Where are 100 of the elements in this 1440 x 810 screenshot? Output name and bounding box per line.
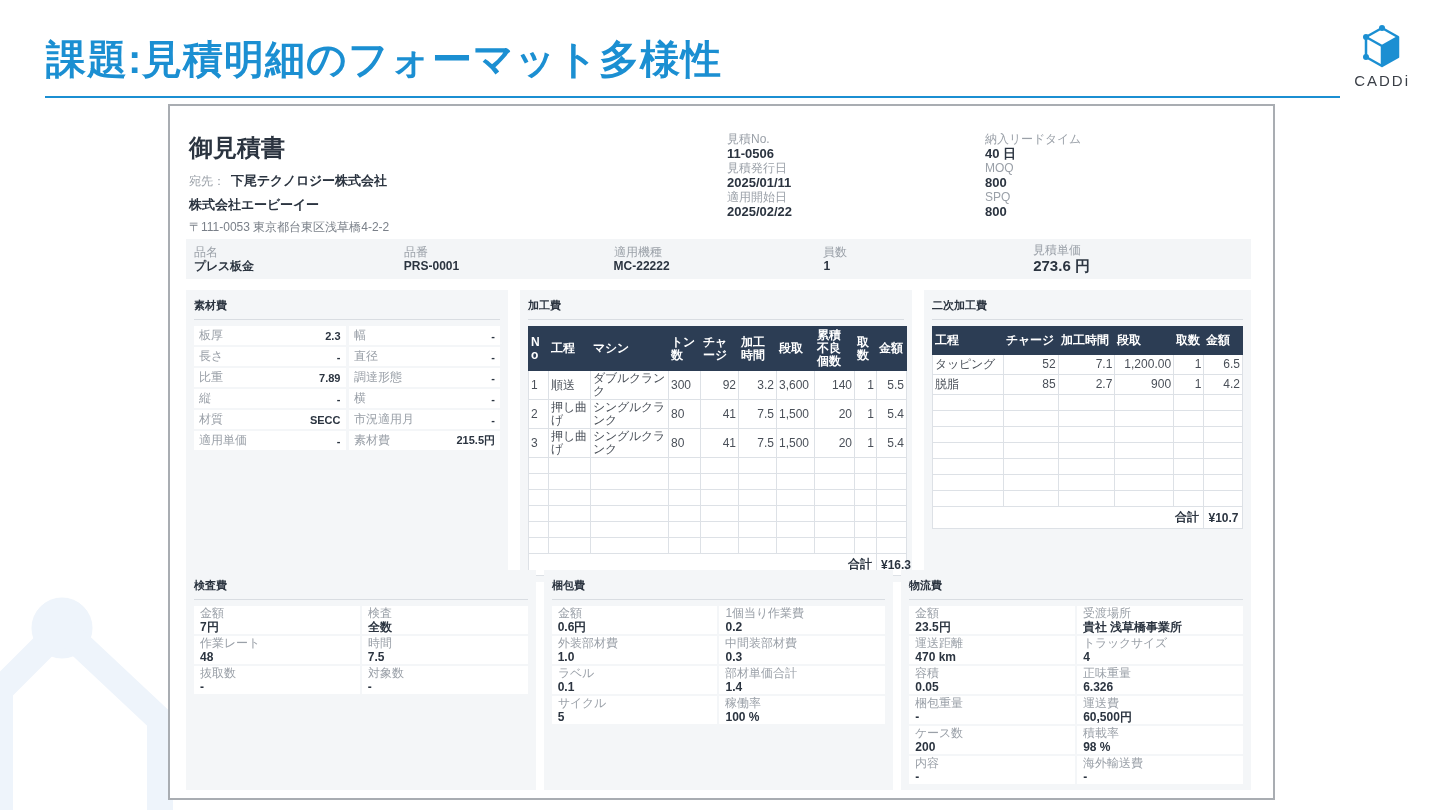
table-cell: 41 (700, 399, 739, 429)
field-value: 2025/02/22 (727, 204, 794, 219)
field-value: 100 % (725, 709, 761, 724)
table-cell: タッピング (932, 354, 1004, 375)
column-header: 工程 (932, 326, 1004, 355)
field-label: 適用開始日 (727, 190, 788, 204)
field-label: 対象数 (367, 666, 405, 680)
field-label: 稼働率 (725, 696, 763, 710)
field-value: 7.5 (367, 649, 386, 664)
field-value: - (336, 392, 341, 405)
field-label: 見積No. (727, 132, 771, 146)
field-label: 梱包重量 (915, 696, 965, 710)
field-value: 98 % (1083, 739, 1112, 754)
field-value: 7円 (200, 619, 220, 634)
field-value: - (491, 413, 495, 426)
field-label: 品番 (403, 244, 429, 259)
field-value: 0.3 (725, 649, 744, 664)
column-header: No (528, 326, 549, 371)
field-value: 1 (823, 258, 832, 274)
field-label: 運送距離 (915, 636, 965, 650)
field-label: 金額 (557, 606, 583, 620)
table-cell: ダブルクランク (590, 370, 669, 400)
field-value: 23.5円 (915, 619, 952, 634)
field-label: 抜取数 (200, 666, 237, 680)
table-cell: 4.2 (1203, 374, 1243, 395)
table-cell: 順送 (548, 370, 591, 400)
field-label: 運送費 (1083, 696, 1121, 710)
field-label: 材質 (199, 411, 223, 428)
panel-title: 物流費 (909, 578, 1243, 600)
table-cell: 1 (854, 399, 877, 429)
field-label: 直径 (353, 348, 378, 365)
column-header: マシン (590, 326, 669, 371)
field-label: 部材単価合計 (725, 666, 799, 680)
field-value: 0.1 (557, 679, 576, 694)
field-value: 200 (915, 739, 937, 754)
table-cell: 85 (1003, 374, 1059, 395)
total-value: ¥16.3 (881, 557, 912, 572)
panel-title: 梱包費 (551, 578, 886, 600)
field-label: 市況適用月 (353, 411, 414, 428)
table-cell: 92 (700, 370, 739, 400)
field-value: 0.2 (725, 619, 744, 634)
table-cell: 41 (700, 428, 739, 458)
table-cell: シングルクランク (590, 399, 669, 429)
field-value: - (491, 392, 495, 405)
field-label: 1個当り作業費 (725, 606, 806, 620)
table-cell: 7.5 (738, 399, 777, 429)
table-cell: 3.2 (738, 370, 777, 400)
field-label: ケース数 (915, 726, 965, 740)
table-cell: シングルクランク (590, 428, 669, 458)
field-value: 0.05 (915, 679, 940, 694)
panel-title: 素材費 (194, 298, 500, 320)
field-value: - (491, 329, 495, 342)
table-cell: 1 (854, 370, 877, 400)
field-value: 7.89 (319, 371, 341, 384)
field-value: MC-22222 (613, 258, 671, 274)
column-header: 工程 (548, 326, 591, 371)
field-value: 全数 (367, 619, 393, 634)
field-label: 比重 (199, 369, 223, 386)
column-header: 段取 (776, 326, 815, 371)
document-title: 御見積書 (189, 133, 286, 163)
column-header: チャージ (1003, 326, 1059, 355)
issuer-name: 株式会社エービーイー (189, 196, 320, 214)
total-value: ¥10.7 (1208, 510, 1239, 525)
field-value: 4 (1083, 649, 1091, 664)
field-value: SECC (309, 413, 341, 426)
table-cell: 80 (668, 399, 701, 429)
field-label: 外装部材費 (557, 636, 619, 650)
issuer-address: 〒111-0053 東京都台東区浅草橋4-2-2 (189, 219, 391, 236)
table-cell: 押し曲げ (548, 399, 591, 429)
table-cell: 1,500 (776, 428, 815, 458)
field-label: 容積 (915, 666, 941, 680)
column-header: 加工時間 (1058, 326, 1115, 355)
field-value: 1.0 (557, 649, 576, 664)
field-value: PRS-0001 (403, 258, 461, 274)
slide-title: 課題:見積明細のフォーマット多様性 (46, 36, 723, 83)
field-label: 海外輸送費 (1083, 756, 1145, 770)
table-cell: 2 (528, 399, 549, 429)
field-value: - (336, 350, 341, 363)
field-label: 金額 (200, 606, 225, 620)
field-label: 適用単価 (199, 432, 247, 449)
field-value: 800 (985, 175, 1008, 190)
field-value: 貴社 浅草橋事業所 (1083, 619, 1184, 634)
table-cell: 脱脂 (932, 374, 1004, 395)
price-value: 273.6 円 (1033, 257, 1091, 275)
field-label: 見積発行日 (727, 161, 788, 175)
field-value: 6.326 (1083, 679, 1115, 694)
table-cell: 7.5 (738, 428, 777, 458)
column-header: チャージ (700, 326, 739, 371)
field-label: 横 (353, 390, 366, 407)
table-cell: 5.4 (876, 428, 907, 458)
column-header: 取数 (1173, 326, 1204, 355)
field-value: - (367, 679, 373, 694)
field-value: 1.4 (725, 679, 744, 694)
total-label: 合計 (848, 557, 872, 571)
field-label: 調達形態 (353, 369, 402, 386)
field-label: トラックサイズ (1083, 636, 1169, 650)
field-label: 縦 (199, 390, 211, 407)
column-header: 金額 (1203, 326, 1243, 355)
field-value: 470 km (915, 649, 958, 664)
table-cell: 3 (528, 428, 549, 458)
